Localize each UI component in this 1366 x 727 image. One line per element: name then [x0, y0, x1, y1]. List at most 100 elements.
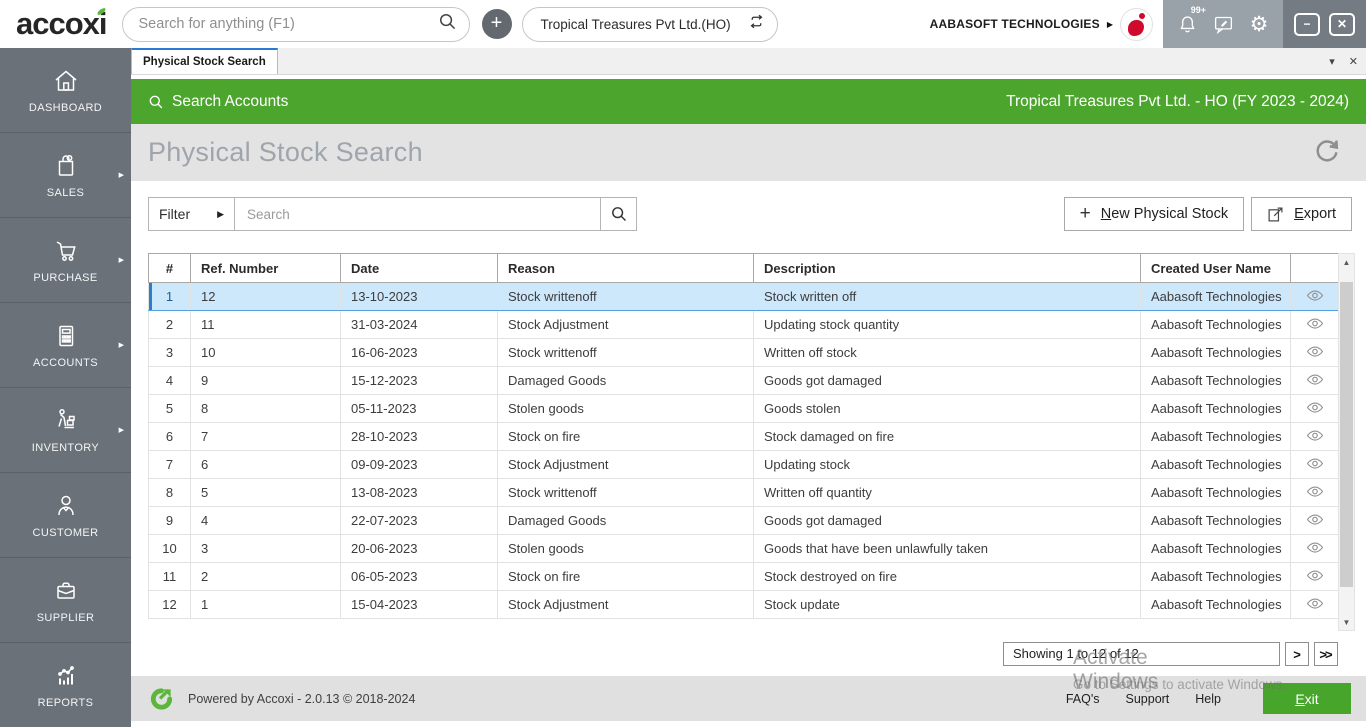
table-row[interactable]: 9 4 22-07-2023 Damaged Goods Goods got d… [148, 506, 1339, 535]
col-created-user[interactable]: Created User Name [1140, 253, 1291, 283]
cart-icon [56, 241, 76, 261]
cell-date: 13-08-2023 [340, 478, 498, 507]
sidebar-item-sales[interactable]: SALES ▶ [0, 133, 131, 218]
next-page-button[interactable]: > [1285, 642, 1309, 666]
switch-company-icon[interactable] [748, 13, 765, 35]
col-date[interactable]: Date [340, 253, 498, 283]
table-row[interactable]: 6 7 28-10-2023 Stock on fire Stock damag… [148, 422, 1339, 451]
cell-description: Stock update [753, 590, 1141, 619]
cell-reason: Stolen goods [497, 394, 754, 423]
cell-date: 06-05-2023 [340, 562, 498, 591]
messages-button[interactable] [1211, 12, 1235, 36]
close-button[interactable]: ✕ [1329, 12, 1355, 36]
table-search-button[interactable] [600, 198, 636, 230]
col-num[interactable]: # [148, 253, 191, 283]
avatar[interactable] [1120, 7, 1153, 41]
tab-physical-stock-search[interactable]: Physical Stock Search [131, 48, 278, 74]
table-row[interactable]: 7 6 09-09-2023 Stock Adjustment Updating… [148, 450, 1339, 479]
view-button[interactable] [1290, 422, 1339, 451]
view-button[interactable] [1290, 282, 1339, 311]
view-button[interactable] [1290, 506, 1339, 535]
table-row[interactable]: 12 1 15-04-2023 Stock Adjustment Stock u… [148, 590, 1339, 619]
settings-button[interactable]: ⚙ [1247, 12, 1271, 36]
support-link[interactable]: Support [1126, 692, 1170, 706]
cell-ref-number: 3 [190, 534, 341, 563]
table-row[interactable]: 2 11 31-03-2024 Stock Adjustment Updatin… [148, 310, 1339, 339]
search-icon[interactable] [438, 12, 457, 36]
table-row[interactable]: 5 8 05-11-2023 Stolen goods Goods stolen… [148, 394, 1339, 423]
bell-icon [1179, 15, 1195, 32]
cell-num: 8 [148, 478, 191, 507]
global-search[interactable] [121, 6, 470, 42]
tab-close-icon[interactable]: ✕ [1349, 55, 1358, 68]
sidebar-item-accounts[interactable]: ACCOUNTS ▶ [0, 303, 131, 388]
account-menu[interactable]: AABASOFT TECHNOLOGIES ▶ [930, 7, 1163, 41]
company-selector[interactable]: Tropical Treasures Pvt Ltd.(HO) [521, 6, 778, 42]
cell-date: 31-03-2024 [340, 310, 498, 339]
cell-num: 10 [148, 534, 191, 563]
col-reason[interactable]: Reason [497, 253, 754, 283]
sidebar-item-customer[interactable]: CUSTOMER [0, 473, 131, 558]
view-button[interactable] [1290, 394, 1339, 423]
cell-ref-number: 9 [190, 366, 341, 395]
view-button[interactable] [1290, 562, 1339, 591]
submenu-arrow-icon: ▶ [118, 342, 124, 349]
table-row[interactable]: 8 5 13-08-2023 Stock writtenoff Written … [148, 478, 1339, 507]
new-physical-stock-button[interactable]: + New Physical Stock [1063, 197, 1245, 231]
cell-date: 20-06-2023 [340, 534, 498, 563]
export-icon [1268, 207, 1283, 221]
col-description[interactable]: Description [753, 253, 1141, 283]
sidebar-item-reports[interactable]: REPORTS [0, 643, 131, 727]
window-controls: − ✕ [1283, 0, 1366, 48]
tab-list-dropdown-icon[interactable]: ▾ [1329, 55, 1335, 68]
table-row[interactable]: 11 2 06-05-2023 Stock on fire Stock dest… [148, 562, 1339, 591]
refresh-button[interactable] [1312, 135, 1342, 170]
shopping-bag-icon [58, 155, 73, 176]
sidebar-item-inventory[interactable]: INVENTORY ▶ [0, 388, 131, 473]
filter-search-group: Filter ▶ [148, 197, 637, 231]
cell-num: 12 [148, 590, 191, 619]
exit-button[interactable]: Exit [1263, 683, 1351, 714]
view-button[interactable] [1290, 450, 1339, 479]
scroll-down-icon[interactable]: ▼ [1339, 614, 1354, 630]
person-icon [57, 495, 74, 516]
col-ref-number[interactable]: Ref. Number [190, 253, 341, 283]
filter-dropdown[interactable]: Filter ▶ [149, 198, 235, 230]
cell-num: 4 [148, 366, 191, 395]
global-search-input[interactable] [138, 16, 438, 32]
company-fy-label: Tropical Treasures Pvt Ltd. - HO (FY 202… [1006, 92, 1349, 110]
view-button[interactable] [1290, 366, 1339, 395]
cell-description: Stock destroyed on fire [753, 562, 1141, 591]
sidebar-item-dashboard[interactable]: DASHBOARD [0, 48, 131, 133]
table-row[interactable]: 1 12 13-10-2023 Stock writtenoff Stock w… [148, 282, 1339, 311]
minimize-button[interactable]: − [1294, 12, 1320, 36]
last-page-button[interactable]: >> [1314, 642, 1338, 666]
view-button[interactable] [1290, 590, 1339, 619]
faqs-link[interactable]: FAQ's [1066, 692, 1100, 706]
scroll-up-icon[interactable]: ▲ [1339, 254, 1354, 270]
eye-icon [1306, 345, 1323, 357]
green-header-bar: Search Accounts Tropical Treasures Pvt L… [131, 79, 1366, 124]
view-button[interactable] [1290, 310, 1339, 339]
sidebar-item-supplier[interactable]: SUPPLIER [0, 558, 131, 643]
pagination-status: Showing 1 to 12 of 12 [1003, 642, 1280, 666]
search-accounts-button[interactable]: Search Accounts [148, 93, 288, 111]
chart-icon [57, 666, 74, 685]
table-row[interactable]: 3 10 16-06-2023 Stock writtenoff Written… [148, 338, 1339, 367]
scrollbar-thumb[interactable] [1340, 282, 1353, 587]
table-search-input[interactable] [235, 198, 600, 230]
table-row[interactable]: 4 9 15-12-2023 Damaged Goods Goods got d… [148, 366, 1339, 395]
cell-reason: Damaged Goods [497, 506, 754, 535]
view-button[interactable] [1290, 338, 1339, 367]
view-button[interactable] [1290, 478, 1339, 507]
table-row[interactable]: 10 3 20-06-2023 Stolen goods Goods that … [148, 534, 1339, 563]
table-scrollbar[interactable]: ▲ ▼ [1338, 253, 1355, 631]
notifications-button[interactable]: 99+ [1175, 5, 1206, 36]
export-button[interactable]: Export [1251, 197, 1352, 231]
view-button[interactable] [1290, 534, 1339, 563]
toolbar: Filter ▶ + New Physical Stock Export [148, 197, 1352, 231]
sidebar-item-purchase[interactable]: PURCHASE ▶ [0, 218, 131, 303]
quick-add-button[interactable]: + [481, 9, 512, 39]
help-link[interactable]: Help [1195, 692, 1221, 706]
cell-created-user: Aabasoft Technologies [1140, 394, 1291, 423]
